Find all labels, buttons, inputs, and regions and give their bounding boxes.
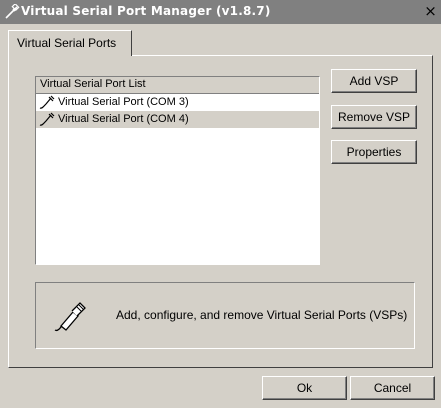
window-title: Virtual Serial Port Manager (v1.8.7) bbox=[21, 4, 271, 18]
close-button[interactable]: × bbox=[422, 3, 439, 20]
title-bar: Virtual Serial Port Manager (v1.8.7) × bbox=[0, 0, 441, 24]
list-item-label: Virtual Serial Port (COM 4) bbox=[58, 113, 189, 125]
cable-plug-icon bbox=[39, 95, 55, 109]
properties-button[interactable]: Properties bbox=[331, 140, 417, 164]
list-item[interactable]: Virtual Serial Port (COM 3) bbox=[36, 94, 319, 111]
vsp-list[interactable]: Virtual Serial Port List Virtual Serial … bbox=[35, 76, 320, 265]
add-vsp-button[interactable]: Add VSP bbox=[331, 69, 417, 93]
cable-plug-icon bbox=[39, 112, 55, 126]
list-header: Virtual Serial Port List bbox=[36, 77, 319, 94]
list-item-label: Virtual Serial Port (COM 3) bbox=[58, 96, 189, 108]
tab-label: Virtual Serial Ports bbox=[17, 36, 117, 50]
remove-vsp-button[interactable]: Remove VSP bbox=[331, 105, 417, 129]
info-panel: Add, configure, and remove Virtual Seria… bbox=[35, 282, 415, 349]
ok-button[interactable]: Ok bbox=[262, 376, 347, 400]
tab-virtual-serial-ports[interactable]: Virtual Serial Ports bbox=[8, 30, 132, 56]
info-text: Add, configure, and remove Virtual Seria… bbox=[116, 308, 408, 322]
serial-cable-icon bbox=[54, 302, 86, 332]
cancel-button[interactable]: Cancel bbox=[350, 376, 435, 400]
list-item[interactable]: Virtual Serial Port (COM 4) bbox=[36, 111, 319, 128]
serial-plug-icon bbox=[5, 4, 20, 19]
